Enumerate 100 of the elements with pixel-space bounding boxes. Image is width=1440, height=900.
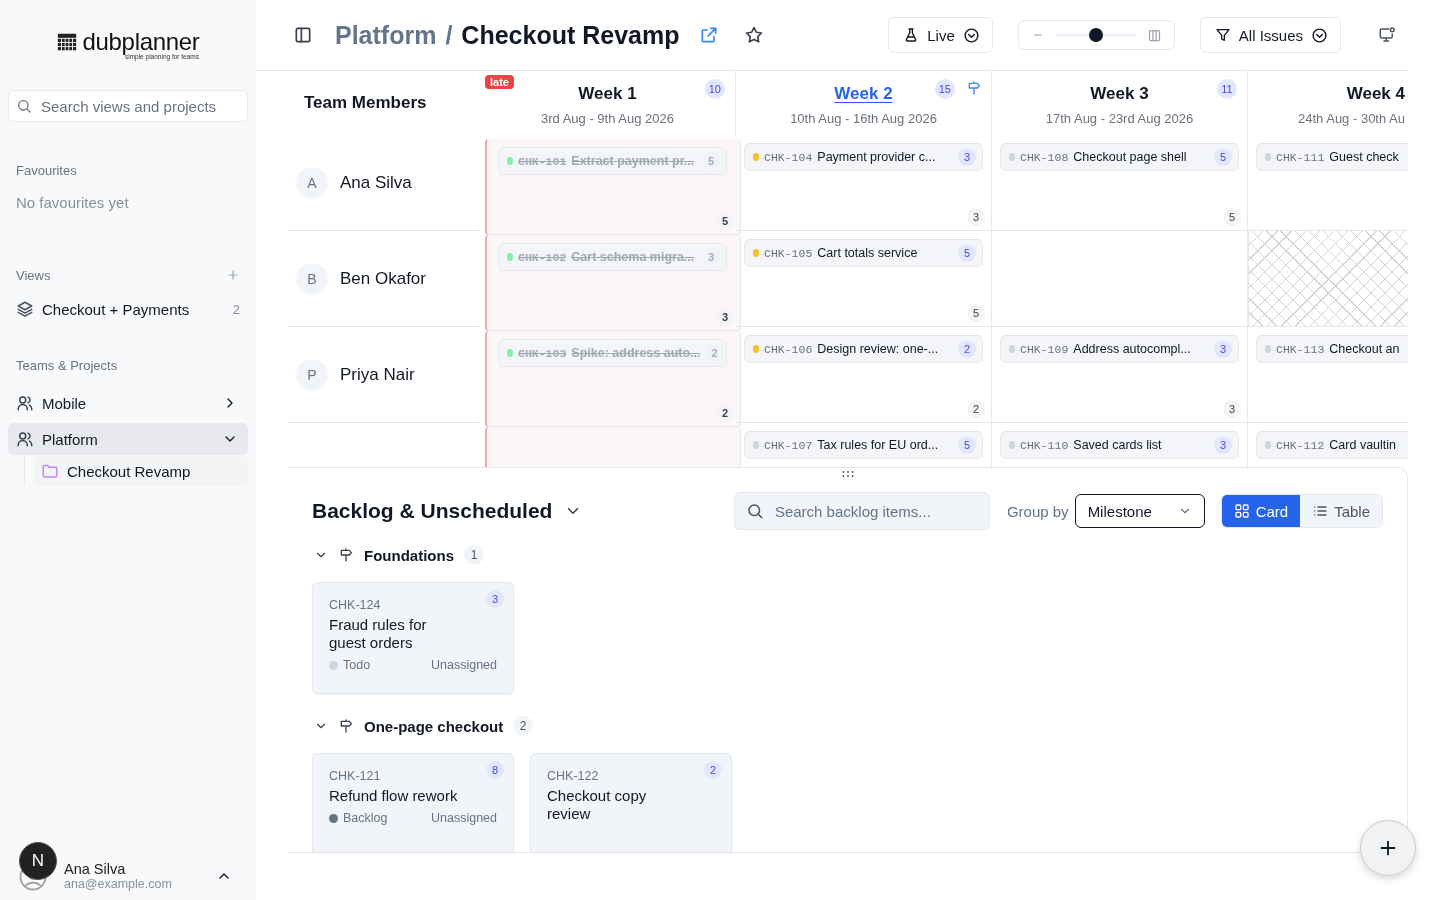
issue-title: Card vaultin xyxy=(1329,438,1396,452)
issue-id: CHK-107 xyxy=(764,438,813,452)
issue-count-badge: 15 xyxy=(934,79,955,99)
status-label: Backlog xyxy=(343,811,388,825)
member-avatar: B xyxy=(296,262,328,295)
view-count: 2 xyxy=(232,301,240,317)
issue-id: CHK-104 xyxy=(764,150,813,164)
points-badge: 5 xyxy=(958,244,976,262)
week-dates: 17th Aug - 23rd Aug 2026 xyxy=(1045,111,1194,126)
points-badge: 2 xyxy=(958,340,976,358)
issue-card[interactable]: CHK-112 Card vaultin xyxy=(1256,431,1408,459)
points-badge: 8 xyxy=(486,761,504,779)
week-title[interactable]: Week 2 xyxy=(834,84,893,104)
issue-title: Payment provider c... xyxy=(817,150,936,164)
issue-title: Cart totals service xyxy=(817,246,918,260)
mode-dropdown[interactable]: Live xyxy=(888,17,993,53)
points-total: 3 xyxy=(716,308,734,326)
view-item[interactable]: Checkout + Payments 2 xyxy=(8,293,248,325)
issue-id: CHK-106 xyxy=(764,342,813,356)
app-logo: dubplanner xyxy=(82,28,200,55)
issue-id: CHK-108 xyxy=(1020,150,1069,164)
slider-thumb[interactable] xyxy=(1088,28,1103,42)
issue-card[interactable]: CHK-104 Payment provider c... 3 xyxy=(744,143,983,171)
points-badge: 2 xyxy=(704,761,722,779)
issue-card[interactable]: CHK-113 Checkout an xyxy=(1256,335,1408,363)
user-email: ana@example.com xyxy=(64,877,172,891)
issue-title: Cart schema migra... xyxy=(571,250,695,264)
issue-card[interactable]: CHK-109 Address autocompl... 3 xyxy=(1000,335,1239,363)
week-title: Week 3 xyxy=(1090,84,1149,104)
points-total: 3 xyxy=(967,208,985,226)
points-badge: 5 xyxy=(1214,148,1232,166)
late-badge: late xyxy=(485,75,514,89)
points-total: 5 xyxy=(967,304,985,322)
group-count: 2 xyxy=(513,716,534,736)
breadcrumb-separator: / xyxy=(445,20,453,50)
filter-dropdown[interactable]: All Issues xyxy=(1199,17,1341,53)
member-avatar: A xyxy=(296,166,328,199)
issue-title: Extract payment pr... xyxy=(571,154,695,168)
user-avatar[interactable]: N xyxy=(19,842,57,880)
search-field[interactable]: Search views and projects xyxy=(8,90,248,122)
zoom-slider[interactable] xyxy=(1017,20,1175,50)
issue-id: CHK-101 xyxy=(518,154,567,168)
view-toggle[interactable]: Table xyxy=(1300,495,1382,527)
user-name: Ana Silva xyxy=(64,861,127,877)
issue-title: Guest check xyxy=(1329,150,1399,164)
assignee-label: Unassigned xyxy=(431,811,497,825)
panel-title: Backlog & Unscheduled xyxy=(312,499,553,523)
view-toggle[interactable]: Card xyxy=(1221,495,1301,527)
project-item[interactable]: Checkout Revamp xyxy=(33,456,248,486)
section-label: Favourites xyxy=(16,162,77,178)
section-label: Teams & Projects xyxy=(16,357,118,373)
view-label: Checkout + Payments xyxy=(42,300,190,318)
issue-id: CHK-111 xyxy=(1276,150,1325,164)
issue-id: CHK-103 xyxy=(518,346,567,360)
filter-icon xyxy=(1214,27,1231,43)
external-link-icon[interactable] xyxy=(699,25,720,45)
team-item[interactable]: Platform xyxy=(8,423,248,455)
issue-card[interactable]: CHK-111 Guest check xyxy=(1256,143,1408,171)
issue-title: Saved cards list xyxy=(1073,438,1162,452)
group-by-select[interactable]: Milestone xyxy=(1074,494,1205,528)
drag-handle-icon[interactable] xyxy=(841,469,855,479)
backlog-card[interactable]: CHK-122 Checkout copy review 2 xyxy=(530,753,732,852)
week-title: Week 4 xyxy=(1346,84,1405,104)
sidebar-toggle-icon[interactable] xyxy=(293,25,313,45)
chevron-circle-icon xyxy=(1311,26,1328,44)
breadcrumb-link[interactable]: Platform xyxy=(335,20,437,50)
monitor-icon[interactable] xyxy=(1378,26,1396,44)
team-item[interactable]: Mobile xyxy=(8,387,248,419)
points-badge: 3 xyxy=(1214,340,1232,358)
backlog-card[interactable]: CHK-121 Refund flow rework 8 Backlog Unassigned xyxy=(312,753,514,852)
issue-title: Address autocompl... xyxy=(1073,342,1191,356)
issue-id: CHK-121 xyxy=(329,769,381,783)
member-name: Ana Silva xyxy=(340,172,412,193)
team-label: Platform xyxy=(42,430,98,448)
points-badge: 3 xyxy=(1214,436,1232,454)
week-dates: 10th Aug - 16th Aug 2026 xyxy=(790,111,937,126)
issue-card[interactable]: CHK-110 Saved cards list 3 xyxy=(1000,431,1239,459)
issue-count-badge: 10 xyxy=(704,79,725,99)
issue-id: CHK-109 xyxy=(1020,342,1069,356)
backlog-card[interactable]: CHK-124 Fraud rules for guest orders 3 Todo Unassigned xyxy=(312,582,514,694)
group-count: 1 xyxy=(464,545,484,565)
search-field[interactable]: Search backlog items... xyxy=(733,492,990,530)
week-dates: 24th Aug - 30th Au xyxy=(1298,111,1405,126)
calendar-logo-icon xyxy=(56,31,79,53)
issue-id: CHK-113 xyxy=(1276,342,1325,356)
star-icon[interactable] xyxy=(744,25,765,45)
issue-title: Design review: one-... xyxy=(817,342,939,356)
member-name: Priya Nair xyxy=(340,364,415,385)
issue-card[interactable]: CHK-106 Design review: one-... 2 xyxy=(744,335,983,363)
chevron-circle-icon xyxy=(962,26,980,44)
issue-card[interactable]: CHK-107 Tax rules for EU ord... 5 xyxy=(744,431,983,459)
team-icon xyxy=(16,430,34,448)
points-total: 3 xyxy=(1223,400,1241,418)
issue-id: CHK-102 xyxy=(518,250,567,264)
issue-title: Spike: address auto... xyxy=(571,346,701,360)
issue-title: Tax rules for EU ord... xyxy=(817,438,939,452)
search-icon xyxy=(745,502,764,520)
issue-card[interactable]: CHK-108 Checkout page shell 5 xyxy=(1000,143,1239,171)
project-label: Checkout Revamp xyxy=(67,462,191,480)
issue-card[interactable]: CHK-105 Cart totals service 5 xyxy=(744,239,983,267)
